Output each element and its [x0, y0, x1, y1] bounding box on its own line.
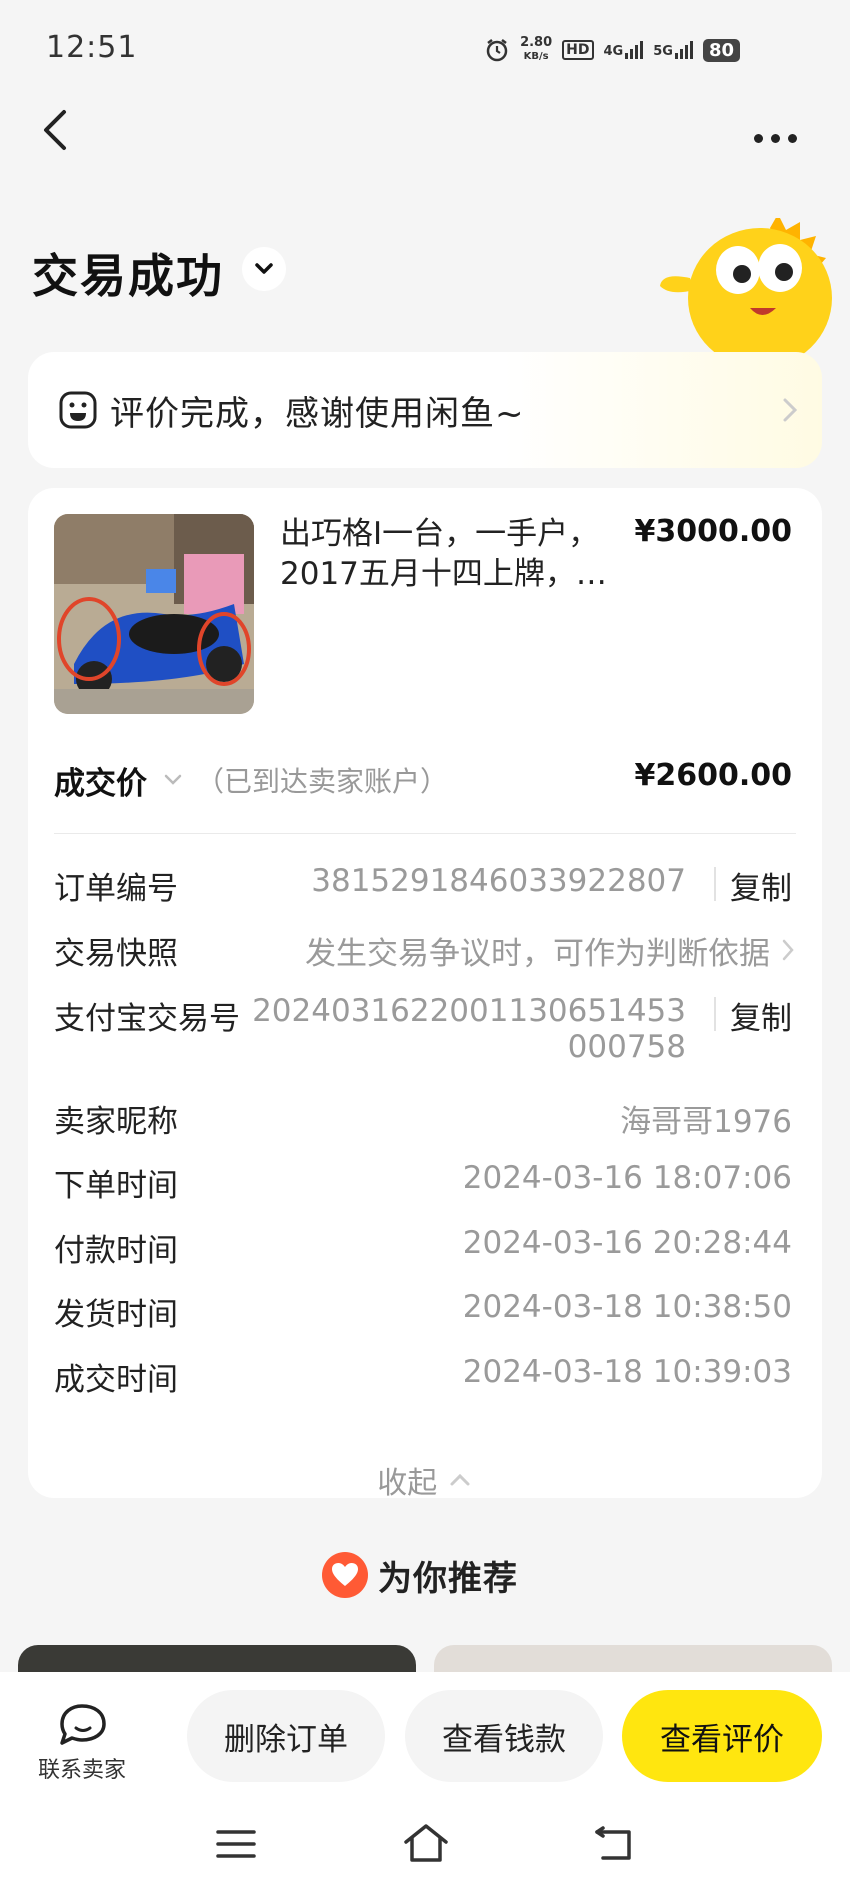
page-title: 交易成功 — [32, 249, 224, 303]
divider — [54, 833, 796, 834]
chevron-up-icon — [450, 1473, 470, 1486]
order-time-label: 下单时间 — [54, 1168, 178, 1204]
deal-time-value: 2024-03-18 10:39:03 — [462, 1354, 792, 1390]
order-detail-card: 出巧格I一台，一手户，2017五月十四上牌，… ¥3000.00 成交价 （已到… — [28, 488, 822, 1501]
snapshot-link[interactable]: 发生交易争议时，可作为判断依据 — [305, 928, 770, 973]
review-complete-text: 评价完成，感谢使用闲鱼~ — [110, 394, 525, 434]
ship-time-value: 2024-03-18 10:38:50 — [462, 1289, 792, 1325]
home-icon[interactable] — [402, 1822, 450, 1864]
smiley-face-icon — [59, 391, 97, 429]
recommend-section-title: 为你推荐 — [322, 1545, 518, 1605]
chevron-down-icon — [255, 263, 273, 274]
recommend-item-thumbnail[interactable] — [18, 1645, 416, 1675]
collapse-label: 收起 — [377, 1466, 438, 1501]
alipay-trade-no-label: 支付宝交易号 — [54, 1001, 240, 1037]
more-horizontal-icon — [753, 133, 763, 143]
alarm-icon — [486, 39, 508, 62]
view-review-button[interactable]: 查看评价 — [622, 1690, 822, 1782]
status-bar: 12:51 2.80 KB/s HD 4G 5G 80 — [0, 0, 850, 100]
order-time-value: 2024-03-16 18:07:06 — [462, 1160, 792, 1196]
contact-seller-button[interactable]: 联系卖家 — [30, 1700, 134, 1790]
chat-bubble-icon — [60, 1704, 106, 1745]
alipay-trade-no-value: 20240316220011306514​53 000758 — [252, 993, 686, 1065]
order-number-label: 订单编号 — [54, 871, 178, 907]
menu-icon[interactable] — [216, 1828, 256, 1860]
network-speed: 2.80 KB/s — [520, 36, 552, 64]
battery-icon: 80 — [702, 38, 740, 62]
pay-time-label: 付款时间 — [54, 1233, 178, 1269]
back-arrow-icon[interactable] — [593, 1826, 637, 1862]
contact-seller-label: 联系卖家 — [37, 1758, 126, 1783]
deal-price-note: （已到达卖家账户） — [196, 765, 449, 798]
deal-price: ¥2600.00 — [634, 758, 792, 793]
delete-order-button[interactable]: 删除订单 — [187, 1690, 385, 1782]
network-speed-value: 2.80 — [520, 35, 553, 50]
recommend-item-thumbnail[interactable] — [434, 1645, 832, 1675]
status-icons: 2.80 KB/s HD 4G 5G 80 — [484, 30, 740, 70]
seller-nickname-value: 海哥哥1976 — [620, 1104, 792, 1140]
chevron-down-icon[interactable] — [161, 768, 185, 792]
snapshot-label: 交易快照 — [54, 936, 178, 972]
network-5g-label: 5G — [653, 44, 673, 59]
mascot-fish-icon — [660, 218, 832, 358]
seller-nickname-label: 卖家昵称 — [54, 1104, 178, 1140]
deal-time-label: 成交时间 — [54, 1362, 178, 1398]
status-time: 12:51 — [46, 30, 138, 65]
recommend-title-text: 为你推荐 — [378, 1558, 518, 1599]
alipay-trade-no-line1: 20240316220011306514​53 — [252, 993, 686, 1029]
product-image[interactable] — [54, 514, 254, 714]
signal-4g-icon: 4G — [604, 41, 644, 59]
back-button[interactable] — [34, 100, 84, 160]
signal-5g-icon: 5G — [653, 41, 693, 59]
chevron-left-icon — [44, 110, 66, 150]
order-number-value: 3815291846033922807 — [311, 863, 686, 899]
hd-icon: HD — [562, 40, 594, 60]
network-4g-label: 4G — [603, 44, 624, 59]
more-button[interactable] — [745, 118, 805, 158]
network-speed-unit: KB/s — [523, 51, 549, 62]
product-title[interactable]: 出巧格I一台，一手户，2017五月十四上牌，… — [280, 514, 640, 594]
divider — [714, 867, 716, 901]
review-complete-banner[interactable]: 评价完成，感谢使用闲鱼~ — [28, 352, 822, 468]
alipay-trade-no-line2: 000758 — [567, 1029, 686, 1065]
view-payment-button[interactable]: 查看钱款 — [405, 1690, 603, 1782]
copy-alipay-trade-no-button[interactable]: 复制 — [730, 993, 792, 1038]
title-expand-button[interactable] — [242, 247, 286, 291]
heart-icon — [322, 1552, 368, 1598]
collapse-button[interactable]: 收起 — [28, 1458, 822, 1502]
chevron-right-icon — [782, 939, 794, 961]
pay-time-value: 2024-03-16 20:28:44 — [462, 1225, 792, 1261]
deal-price-label: 成交价 — [54, 766, 147, 802]
ship-time-label: 发货时间 — [54, 1297, 178, 1333]
copy-order-number-button[interactable]: 复制 — [730, 863, 792, 908]
divider — [714, 997, 716, 1031]
chevron-right-icon — [783, 398, 798, 422]
product-price: ¥3000.00 — [634, 514, 792, 549]
